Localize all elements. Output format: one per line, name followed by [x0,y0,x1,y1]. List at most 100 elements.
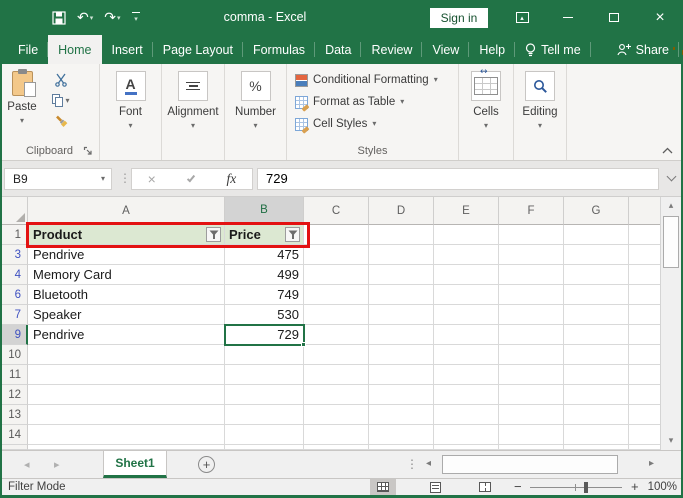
row-header-7[interactable]: 7 [0,305,28,325]
tab-help[interactable]: Help [469,35,515,64]
zoom-slider-track[interactable] [530,487,622,488]
filter-button-price[interactable] [285,227,300,242]
row-header-6[interactable]: 6 [0,285,28,305]
column-header-g[interactable]: G [564,197,629,225]
row-header-4[interactable]: 4 [0,265,28,285]
cell-a1[interactable]: Product [28,225,225,245]
cells-dropdown-arrow[interactable]: ▾ [459,122,513,130]
tab-formulas[interactable]: Formulas [243,35,316,64]
enter-check-icon[interactable] [187,173,196,182]
cell-b4[interactable]: 499 [225,265,304,285]
cell-b3[interactable]: 475 [225,245,304,265]
normal-view-button[interactable] [370,479,396,495]
fill-handle[interactable] [301,342,306,347]
cells-menu-button[interactable]: Cells ▾ [459,67,513,130]
row-header-1[interactable]: 1 [0,225,28,245]
page-layout-view-button[interactable] [422,479,448,495]
scroll-down-icon[interactable]: ▾ [661,432,681,450]
clipboard-dialog-launcher-icon[interactable] [83,146,93,156]
tab-tell-me[interactable]: Tell me [515,35,591,64]
cell-b1[interactable]: Price [225,225,304,245]
scrollbar-resize-dots[interactable]: ⋮ [406,457,418,471]
scroll-left-icon[interactable]: ◂ [426,458,431,469]
column-header-a[interactable]: A [28,197,225,225]
zoom-in-button[interactable]: + [631,479,639,495]
number-menu-button[interactable]: % Number ▾ [225,71,286,130]
cell-b6[interactable]: 749 [225,285,304,305]
tab-home[interactable]: Home [48,35,102,64]
tab-insert[interactable]: Insert [102,35,154,64]
column-header-d[interactable]: D [369,197,434,225]
tab-share[interactable]: Share [607,35,680,64]
sheet-tab-sheet1[interactable]: Sheet1 [103,451,167,478]
formula-input[interactable]: 729 [257,168,659,190]
undo-button[interactable]: ↶ ▾ [77,11,93,25]
scroll-right-icon[interactable]: ▸ [649,458,654,469]
cell-a7[interactable]: Speaker [28,305,225,325]
cell-a4[interactable]: Memory Card [28,265,225,285]
column-header-f[interactable]: F [499,197,564,225]
cell-styles-button[interactable]: Cell Styles ▾ [295,113,458,135]
customize-quick-access-icon[interactable]: ▾ [131,12,140,23]
zoom-out-button[interactable]: − [514,479,522,495]
row-header-9[interactable]: 9 [0,325,28,345]
tab-page-layout[interactable]: Page Layout [153,35,244,64]
vertical-scrollbar-thumb[interactable] [663,216,679,268]
row-header-3[interactable]: 3 [0,245,28,265]
column-header-partial[interactable] [629,197,660,225]
cell-b7[interactable]: 530 [225,305,304,325]
scroll-up-icon[interactable]: ▴ [661,197,681,215]
editing-dropdown-arrow[interactable]: ▾ [514,122,566,130]
column-header-b[interactable]: B [225,197,304,225]
font-dropdown-arrow[interactable]: ▾ [100,122,161,130]
redo-button[interactable]: ↷ ▾ [104,11,120,25]
name-box-dropdown-arrow[interactable]: ▾ [101,175,105,183]
row-header-10[interactable]: 10 [0,345,28,365]
cell-a6[interactable]: Bluetooth [28,285,225,305]
row-header-12[interactable]: 12 [0,385,28,405]
insert-function-icon[interactable]: fx [227,171,237,187]
format-painter-button[interactable] [54,114,68,128]
alignment-dropdown-arrow[interactable]: ▾ [162,122,224,130]
format-as-table-button[interactable]: Format as Table ▾ [295,91,458,113]
zoom-level[interactable]: 100% [648,480,677,495]
paste-dropdown-arrow[interactable]: ▾ [0,117,44,125]
cell-a3[interactable]: Pendrive [28,245,225,265]
row-header-14[interactable]: 14 [0,425,28,445]
row-header-13[interactable]: 13 [0,405,28,425]
conditional-formatting-button[interactable]: Conditional Formatting ▾ [295,69,458,91]
tab-view[interactable]: View [422,35,470,64]
zoom-slider-thumb[interactable] [584,482,588,493]
column-header-e[interactable]: E [434,197,499,225]
row-header-11[interactable]: 11 [0,365,28,385]
cell-a9[interactable]: Pendrive [28,325,225,345]
cancel-icon[interactable]: × [148,172,156,186]
minimize-button[interactable] [545,0,591,35]
column-header-c[interactable]: C [304,197,369,225]
new-sheet-button[interactable]: + [198,456,215,473]
copy-dropdown-arrow[interactable]: ▾ [65,96,69,105]
page-break-preview-button[interactable] [472,479,498,495]
close-button[interactable]: × [637,0,683,35]
select-all-button[interactable] [0,197,28,225]
maximize-button[interactable] [591,0,637,35]
editing-menu-button[interactable]: Editing ▾ [514,71,566,130]
alignment-menu-button[interactable]: Alignment ▾ [162,71,224,130]
font-menu-button[interactable]: A Font ▾ [100,71,161,130]
collapse-ribbon-icon[interactable] [662,147,673,154]
filter-button-product[interactable] [206,227,221,242]
vertical-scrollbar[interactable]: ▴ ▾ [660,197,681,450]
number-dropdown-arrow[interactable]: ▾ [225,122,286,130]
cut-button[interactable] [54,73,68,87]
copy-button[interactable]: ▾ [52,94,70,107]
tab-review[interactable]: Review [361,35,423,64]
save-icon[interactable] [52,10,66,25]
name-box[interactable]: B9 ▾ [4,168,112,190]
tab-data[interactable]: Data [315,35,362,64]
previous-sheet-icon[interactable]: ◂ [24,458,30,471]
horizontal-scrollbar-thumb[interactable] [442,455,618,474]
ribbon-display-options-button[interactable]: ▴ [499,0,545,35]
sign-in-button[interactable]: Sign in [430,8,488,28]
expand-formula-bar-icon[interactable] [666,171,677,182]
tab-file[interactable]: File [8,35,49,64]
